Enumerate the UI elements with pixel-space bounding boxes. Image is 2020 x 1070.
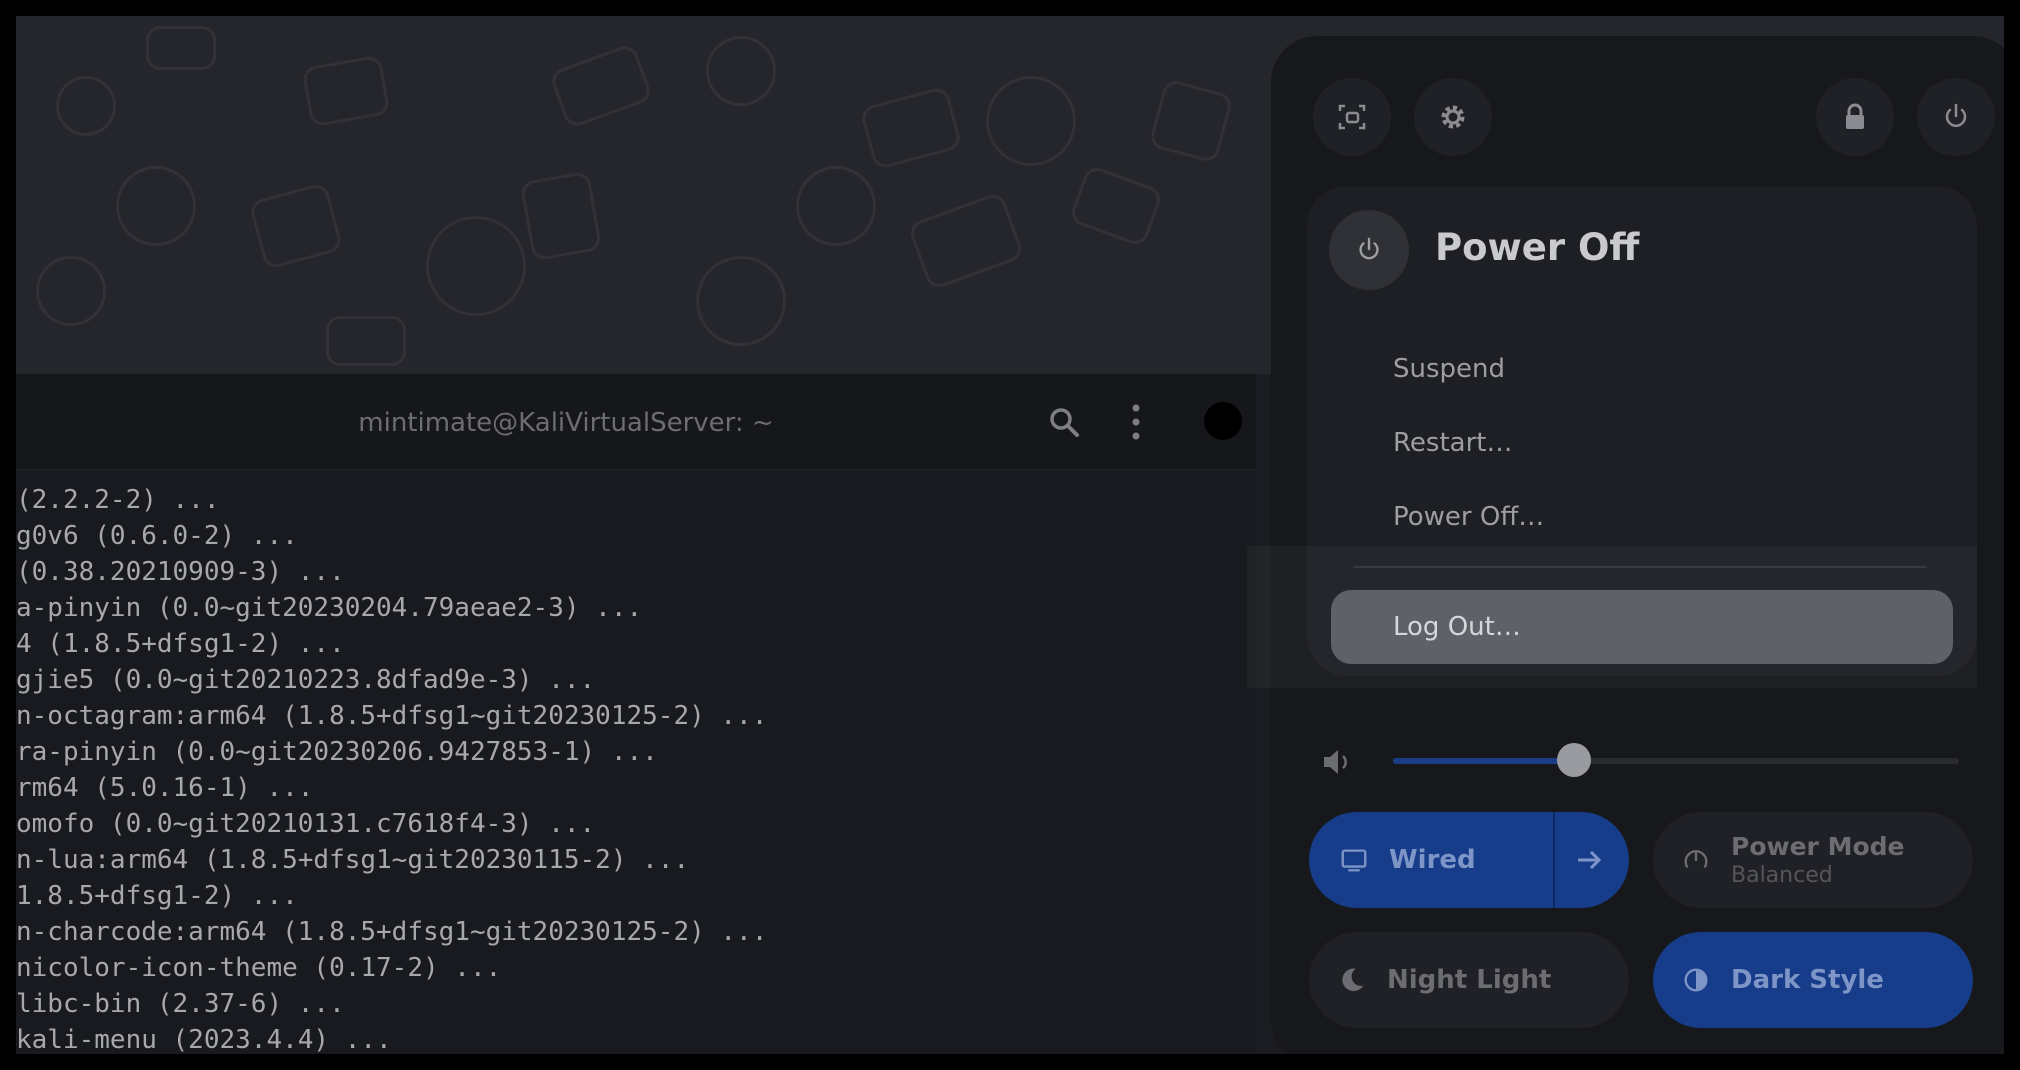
search-icon[interactable] xyxy=(1046,404,1082,440)
log-out-button[interactable]: Log Out… xyxy=(1331,590,1953,664)
power-icon xyxy=(1329,210,1409,290)
power-menu-title: Power Off xyxy=(1435,226,1640,269)
terminal-line: libc-bin (2.37-6) ... xyxy=(16,989,345,1019)
terminal-line: rm64 (5.0.16-1) ... xyxy=(16,773,314,803)
power-mode-value: Balanced xyxy=(1731,863,1833,888)
speaker-icon[interactable] xyxy=(1319,744,1355,780)
power-mode-gauge-icon xyxy=(1684,850,1708,869)
power-off-item[interactable]: Power Off… xyxy=(1393,502,1544,532)
terminal-line: 4 (1.8.5+dfsg1-2) ... xyxy=(16,629,345,659)
desktop: mintimate@KaliVirtualServer: ~ (2.2.2-2)… xyxy=(16,16,2004,1054)
terminal-line: g0v6 (0.6.0-2) ... xyxy=(16,521,298,551)
lock-icon xyxy=(1846,103,1864,129)
terminal-title: mintimate@KaliVirtualServer: ~ xyxy=(358,408,774,438)
moon-icon xyxy=(1342,968,1364,992)
wired-label: Wired xyxy=(1389,845,1476,875)
dark-style-icon xyxy=(1684,968,1708,992)
dark-style-label: Dark Style xyxy=(1731,965,1884,995)
volume-slider-handle[interactable] xyxy=(1557,743,1592,777)
gear-icon xyxy=(1441,105,1465,129)
power-mode-label: Power Mode xyxy=(1731,832,1905,861)
terminal-output: (2.2.2-2) ... g0v6 (0.6.0-2) ... (0.38.2… xyxy=(16,482,1256,1054)
terminal-line: n-octagram:arm64 (1.8.5+dfsg1~git2023012… xyxy=(16,701,768,731)
terminal-line: n-charcode:arm64 (1.8.5+dfsg1~git2023012… xyxy=(16,917,768,947)
settings-button[interactable] xyxy=(1414,78,1492,156)
night-light-label: Night Light xyxy=(1387,965,1552,995)
power-icon xyxy=(1945,103,1967,127)
screenshot-icon xyxy=(1338,104,1366,130)
power-mode-toggle[interactable]: Power Mode Balanced xyxy=(1653,812,1973,908)
kebab-menu-icon[interactable] xyxy=(1126,402,1146,442)
terminal-line: n-lua:arm64 (1.8.5+dfsg1~git20230115-2) … xyxy=(16,845,690,875)
restart-item[interactable]: Restart… xyxy=(1393,428,1512,458)
volume-slider[interactable] xyxy=(1393,743,1959,777)
arrow-right-icon[interactable] xyxy=(1571,842,1607,878)
close-icon[interactable] xyxy=(1204,402,1242,440)
power-button[interactable] xyxy=(1917,78,1995,156)
terminal-line: nicolor-icon-theme (0.17-2) ... xyxy=(16,953,502,983)
quick-settings-panel: Power Off Suspend Restart… Power Off… Lo… xyxy=(1271,36,2004,1054)
wired-network-icon xyxy=(1341,849,1367,872)
screenshot-button[interactable] xyxy=(1313,78,1391,156)
terminal-line: gjie5 (0.0~git20210223.8dfad9e-3) ... xyxy=(16,665,596,695)
lock-button[interactable] xyxy=(1816,78,1894,156)
tile-divider xyxy=(1553,812,1555,908)
terminal-line: a-pinyin (0.0~git20230204.79aeae2-3) ... xyxy=(16,593,643,623)
terminal-line: (2.2.2-2) ... xyxy=(16,485,220,515)
terminal-line: omofo (0.0~git20210131.c7618f4-3) ... xyxy=(16,809,596,839)
volume-fill xyxy=(1393,758,1575,764)
terminal-line: (0.38.20210909-3) ... xyxy=(16,557,345,587)
log-out-label: Log Out… xyxy=(1393,612,1521,642)
wired-toggle[interactable]: Wired xyxy=(1309,812,1629,908)
terminal-header-bar: mintimate@KaliVirtualServer: ~ xyxy=(16,374,1256,470)
menu-separator xyxy=(1353,566,1927,568)
night-light-toggle[interactable]: Night Light xyxy=(1309,932,1629,1028)
terminal-line: kali-menu (2023.4.4) ... xyxy=(16,1025,392,1054)
power-off-menu: Power Off Suspend Restart… Power Off… Lo… xyxy=(1307,186,1977,676)
suspend-item[interactable]: Suspend xyxy=(1393,354,1505,384)
terminal-window[interactable]: mintimate@KaliVirtualServer: ~ (2.2.2-2)… xyxy=(16,374,1256,1054)
terminal-line: ra-pinyin (0.0~git20230206.9427853-1) ..… xyxy=(16,737,658,767)
dark-style-toggle[interactable]: Dark Style xyxy=(1653,932,1973,1028)
terminal-line: 1.8.5+dfsg1-2) ... xyxy=(16,881,298,911)
